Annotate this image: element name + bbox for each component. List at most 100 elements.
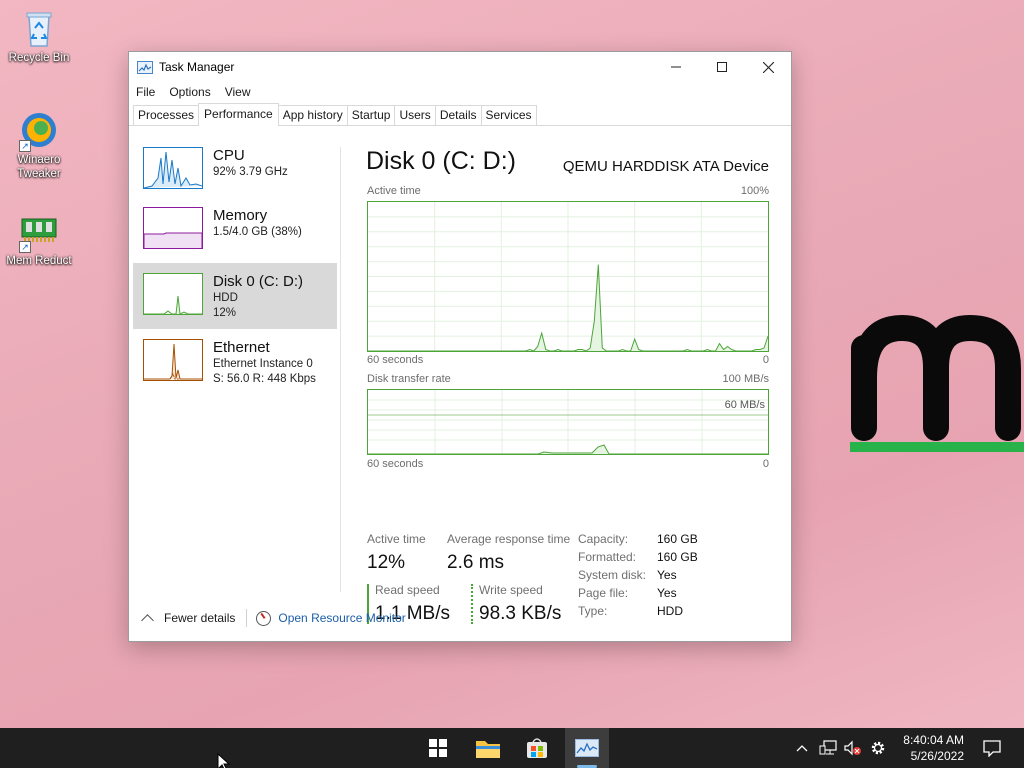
maximize-button[interactable] bbox=[699, 52, 745, 82]
active-time-label: Active time bbox=[367, 532, 426, 546]
tab-services[interactable]: Services bbox=[480, 105, 537, 125]
menu-options[interactable]: Options bbox=[169, 85, 210, 99]
sidebar-item-cpu[interactable]: CPU 92% 3.79 GHz bbox=[133, 137, 337, 203]
network-tray-button[interactable] bbox=[816, 728, 840, 768]
transfer-rate-graph: 60 MB/s bbox=[367, 389, 769, 455]
sidebar-item-subtitle-2: 12% bbox=[213, 307, 237, 319]
chevron-up-icon[interactable] bbox=[141, 613, 154, 627]
window-title: Task Manager bbox=[159, 60, 235, 74]
transfer-rate-graph-label: Disk transfer rate bbox=[367, 373, 451, 385]
minimize-button[interactable] bbox=[653, 52, 699, 82]
desktop-icon-recycle-bin[interactable]: Recycle Bin bbox=[0, 8, 78, 65]
task-manager-taskbar-button[interactable] bbox=[565, 728, 609, 768]
task-manager-window: Task Manager File Options View Processes… bbox=[128, 51, 792, 642]
recycle-bin-icon bbox=[19, 8, 59, 48]
wallpaper-logo bbox=[850, 314, 1024, 452]
transfer-rate-graph-max: 100 MB/s bbox=[722, 373, 769, 385]
active-time-value: 12% bbox=[367, 552, 406, 573]
disk-thumbnail-graph bbox=[143, 273, 203, 315]
network-icon bbox=[819, 740, 837, 755]
ethernet-thumbnail-graph bbox=[143, 339, 203, 381]
device-name: QEMU HARDDISK ATA Device bbox=[562, 158, 769, 175]
folder-icon bbox=[476, 741, 500, 758]
task-manager-icon bbox=[137, 60, 153, 74]
tab-users[interactable]: Users bbox=[394, 105, 436, 125]
menu-file[interactable]: File bbox=[136, 85, 155, 99]
settings-tray-button[interactable] bbox=[866, 728, 890, 768]
avg-response-time-label: Average response time bbox=[447, 532, 571, 546]
sidebar-item-subtitle: Ethernet Instance 0 bbox=[213, 358, 313, 370]
memory-thumbnail-graph bbox=[143, 207, 203, 249]
microsoft-store-button[interactable] bbox=[515, 728, 559, 768]
sidebar-item-title: Memory bbox=[213, 207, 268, 224]
sidebar-item-memory[interactable]: Memory 1.5/4.0 GB (38%) bbox=[133, 197, 337, 263]
windows-logo-icon bbox=[429, 739, 447, 757]
active-time-graph bbox=[367, 201, 769, 352]
desktop-icon-mem-reduct[interactable]: ↗ Mem Reduct bbox=[0, 211, 78, 268]
show-hidden-icons-button[interactable] bbox=[792, 728, 812, 768]
file-explorer-button[interactable] bbox=[466, 728, 510, 768]
detail-title: Disk 0 (C: D:) bbox=[366, 147, 516, 175]
transfer-rate-graph-min: 0 bbox=[762, 458, 769, 470]
clock-date: 5/26/2022 bbox=[910, 749, 964, 763]
resource-sidebar: CPU 92% 3.79 GHz Memory 1.5/4.0 GB (38%) bbox=[133, 137, 337, 395]
sidebar-item-subtitle-2: S: 56.0 R: 448 Kbps bbox=[213, 373, 316, 385]
clock-time: 8:40:04 AM bbox=[903, 733, 964, 747]
desktop-icon-label: Winaero Tweaker bbox=[17, 154, 61, 180]
tab-performance[interactable]: Performance bbox=[198, 103, 279, 126]
notifications-button[interactable] bbox=[978, 728, 1006, 768]
sidebar-divider bbox=[340, 147, 341, 592]
sidebar-item-subtitle: 1.5/4.0 GB (38%) bbox=[213, 226, 302, 238]
sidebar-item-subtitle: 92% 3.79 GHz bbox=[213, 166, 288, 178]
footer-divider bbox=[246, 609, 248, 627]
title-bar[interactable]: Task Manager bbox=[129, 52, 791, 82]
memory-chip-icon: ↗ bbox=[19, 211, 59, 253]
open-resource-monitor-link[interactable]: Open Resource Monitor bbox=[278, 611, 405, 625]
resource-monitor-icon bbox=[256, 610, 272, 626]
tab-details[interactable]: Details bbox=[434, 105, 482, 125]
sidebar-item-ethernet[interactable]: Ethernet Ethernet Instance 0 S: 56.0 R: … bbox=[133, 329, 337, 395]
chart-grid bbox=[368, 202, 768, 351]
window-footer: Fewer details Open Resource Monitor bbox=[129, 595, 791, 641]
gear-icon bbox=[871, 741, 885, 755]
volume-tray-button[interactable] bbox=[840, 728, 864, 768]
task-manager-icon bbox=[575, 739, 599, 757]
close-button[interactable] bbox=[745, 52, 791, 82]
sidebar-item-title: Disk 0 (C: D:) bbox=[213, 273, 303, 290]
property-row: Formatted: 160 GB bbox=[578, 550, 698, 568]
transfer-rate-chart bbox=[368, 390, 768, 455]
tab-processes[interactable]: Processes bbox=[133, 105, 200, 125]
active-time-chart bbox=[368, 202, 769, 352]
menu-view[interactable]: View bbox=[225, 85, 251, 99]
shortcut-arrow-icon: ↗ bbox=[19, 241, 31, 253]
property-key: System disk: bbox=[578, 568, 647, 582]
desktop-icon-label: Recycle Bin bbox=[8, 52, 70, 64]
property-row: System disk: Yes bbox=[578, 568, 698, 586]
sidebar-item-title: Ethernet bbox=[213, 339, 270, 356]
tab-startup[interactable]: Startup bbox=[346, 105, 396, 125]
active-time-graph-min: 0 bbox=[762, 354, 769, 366]
desktop-icon-label: Mem Reduct bbox=[6, 255, 72, 267]
mouse-cursor-icon bbox=[217, 753, 231, 768]
active-time-graph-max: 100% bbox=[740, 185, 769, 197]
active-time-graph-label: Active time bbox=[367, 185, 421, 197]
taskbar: 8:40:04 AM 5/26/2022 bbox=[0, 728, 1024, 768]
taskbar-clock[interactable]: 8:40:04 AM 5/26/2022 bbox=[903, 732, 964, 764]
property-value: 160 GB bbox=[657, 550, 698, 564]
tab-app-history[interactable]: App history bbox=[277, 105, 348, 125]
cpu-thumbnail-graph bbox=[143, 147, 203, 189]
active-time-graph-duration: 60 seconds bbox=[367, 354, 424, 366]
chevron-up-icon bbox=[796, 745, 808, 752]
store-bag-icon bbox=[527, 738, 547, 758]
sidebar-item-disk[interactable]: Disk 0 (C: D:) HDD 12% bbox=[133, 263, 337, 329]
transfer-rate-scale-line-label: 60 MB/s bbox=[724, 399, 765, 411]
performance-panel: CPU 92% 3.79 GHz Memory 1.5/4.0 GB (38%) bbox=[129, 127, 791, 624]
desktop-icon-winaero-tweaker[interactable]: ↗ Winaero Tweaker bbox=[0, 110, 78, 181]
notification-icon bbox=[983, 739, 1001, 757]
shortcut-arrow-icon: ↗ bbox=[19, 140, 31, 152]
avg-response-time-value: 2.6 ms bbox=[447, 552, 505, 573]
winaero-tweaker-icon: ↗ bbox=[19, 110, 59, 152]
fewer-details-link[interactable]: Fewer details bbox=[164, 611, 235, 625]
property-value: Yes bbox=[657, 568, 677, 582]
start-button[interactable] bbox=[416, 728, 460, 768]
